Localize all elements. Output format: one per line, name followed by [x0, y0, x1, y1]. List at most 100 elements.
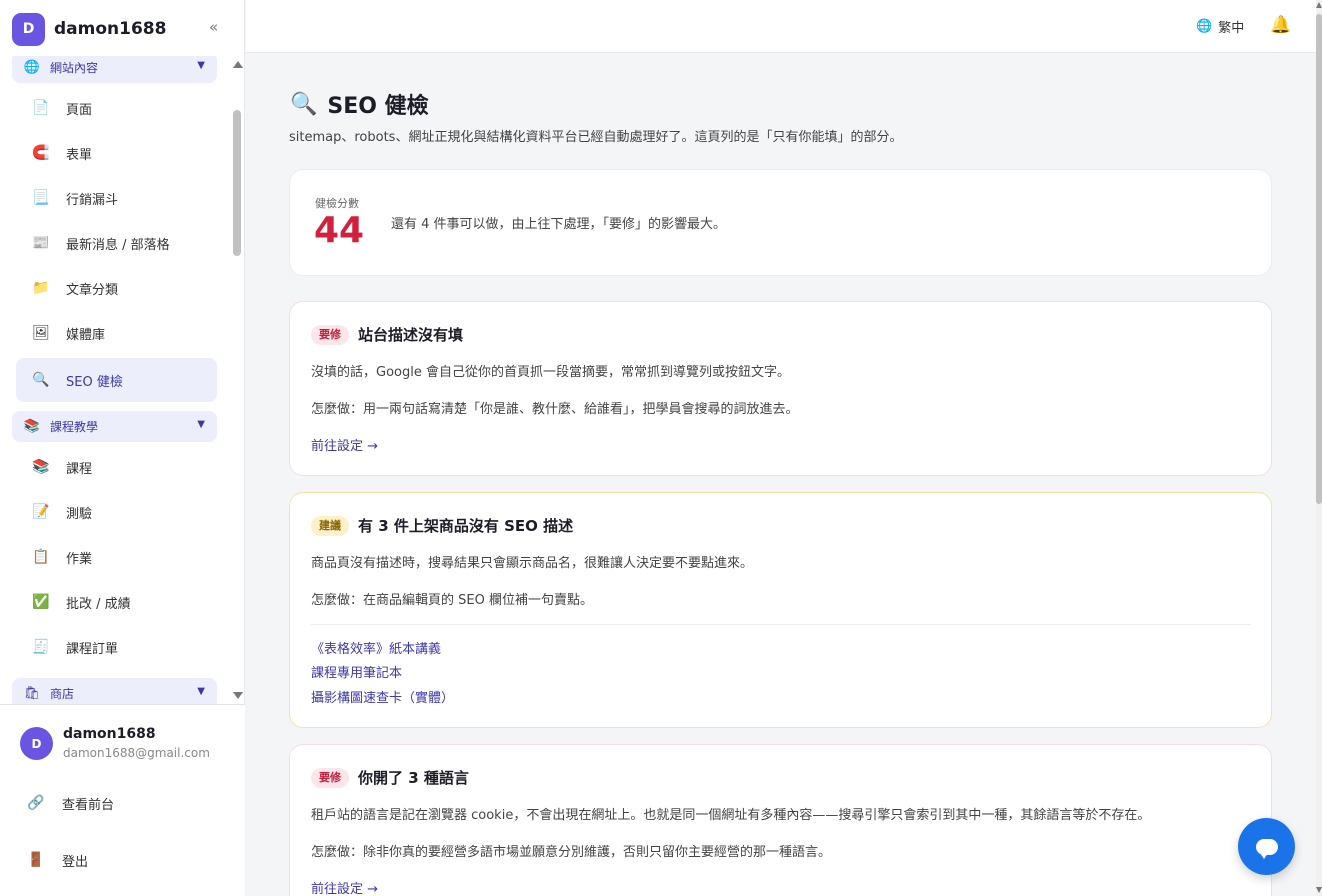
status-badge: 要修 [311, 324, 349, 345]
sidebar-item-label: 測驗 [66, 506, 93, 522]
sidebar-item-label: 最新消息 / 部落格 [66, 237, 170, 253]
sidebar-item-seo[interactable]: 🔍 SEO 健檢 [16, 358, 217, 402]
sidebar-item-label: 課程 [66, 461, 93, 477]
sidebar-scrollbar[interactable] [231, 56, 243, 704]
view-frontend-label: 查看前台 [62, 797, 115, 813]
sidebar-item-media[interactable]: 🖼 媒體庫 [16, 311, 217, 355]
sidebar-item-grading[interactable]: ✅ 批改 / 成績 [16, 580, 217, 624]
sidebar-item-quizzes[interactable]: 📝 測驗 [16, 490, 217, 534]
books-icon: 📚 [32, 459, 50, 475]
shopping-bag-icon: 🛍 [23, 686, 41, 701]
books-icon: 📚 [23, 419, 41, 434]
scroll-up-arrow-icon[interactable] [233, 61, 243, 68]
issue-title-text: 站台描述沒有填 [358, 326, 464, 344]
sidebar-item-label: 文章分類 [66, 282, 119, 298]
newspaper-icon: 📰 [32, 235, 50, 251]
magnet-icon: 🧲 [32, 145, 50, 161]
scroll-down-arrow-icon[interactable] [233, 692, 243, 699]
link-icon: 🔗 [27, 795, 45, 811]
sidebar-item-funnels[interactable]: 📃 行銷漏斗 [16, 176, 217, 220]
brand-name: damon1688 [54, 19, 167, 39]
sidebar-item-news[interactable]: 📰 最新消息 / 部落格 [16, 221, 217, 265]
page-description: sitemap、robots、網址正規化與結構化資料平台已經自動處理好了。這頁列… [289, 130, 903, 145]
user-email: damon1688@gmail.com [63, 746, 210, 760]
scrollbar-thumb[interactable] [1316, 14, 1322, 504]
clipboard-icon: 📋 [32, 549, 50, 565]
sidebar: D damon1688 « 🌐 網站內容 ▼ 📄 頁面 🧲 表單 📃 行銷漏斗 … [0, 0, 245, 896]
issue-title: 要修 你開了 3 種語言 [311, 767, 469, 788]
scroll-up-arrow-icon[interactable] [1316, 2, 1322, 8]
issue-problem: 租戶站的語言是記在瀏覽器 cookie，不會出現在網址上。也就是同一個網址有多種… [311, 808, 1151, 823]
collapse-sidebar-button[interactable]: « [209, 18, 218, 36]
issue-card: 建議 有 3 件上架商品沒有 SEO 描述 商品頁沒有描述時，搜尋結果只會顯示商… [289, 492, 1272, 728]
nav-group-courses[interactable]: 📚 課程教學 ▼ [12, 411, 217, 442]
product-link[interactable]: 《表格效率》紙本講義 [311, 638, 441, 657]
score-card: 健檢分數 44 還有 4 件事可以做，由上往下處理，「要修」的影響最大。 [289, 169, 1272, 276]
sidebar-item-label: 作業 [66, 551, 93, 567]
chat-bubble-icon [1255, 838, 1278, 859]
page-title: 🔍 SEO 健檢 [290, 88, 429, 120]
logout-label: 登出 [62, 854, 89, 870]
logout-link[interactable]: 🚪 登出 [26, 848, 88, 872]
issue-fix: 怎麼做：用一兩句話寫清楚「你是誰、教什麼、給誰看」，把學員會搜尋的詞放進去。 [311, 402, 799, 417]
issue-title: 建議 有 3 件上架商品沒有 SEO 描述 [311, 515, 573, 536]
folder-icon: 📁 [32, 280, 50, 296]
issue-title-text: 有 3 件上架商品沒有 SEO 描述 [358, 517, 574, 535]
picture-icon: 🖼 [32, 325, 50, 341]
chat-button[interactable] [1238, 818, 1295, 875]
chevron-down-icon: ▼ [197, 60, 205, 71]
sidebar-item-label: 頁面 [66, 102, 93, 118]
pencil-paper-icon: 📝 [32, 504, 50, 520]
issue-problem: 沒填的話，Google 會自己從你的首頁抓一段當摘要，常常抓到導覽列或按鈕文字。 [311, 365, 790, 380]
chevron-down-icon: ▼ [197, 419, 205, 430]
sidebar-item-label: 課程訂單 [66, 641, 119, 657]
status-badge: 建議 [311, 515, 349, 536]
go-to-settings-link[interactable]: 前往設定 → [311, 435, 378, 454]
nav-group-label: 網站內容 [50, 61, 99, 75]
sidebar-item-forms[interactable]: 🧲 表單 [16, 131, 217, 175]
scroll-down-arrow-icon[interactable] [1316, 887, 1322, 893]
nav-group-label: 課程教學 [50, 420, 99, 434]
product-link[interactable]: 課程專用筆記本 [311, 662, 402, 681]
page-icon: 📄 [32, 100, 50, 116]
page-title-text: SEO 健檢 [327, 94, 429, 119]
sidebar-item-assignments[interactable]: 📋 作業 [16, 535, 217, 579]
receipt-icon: 🧾 [32, 639, 50, 655]
sidebar-item-courses[interactable]: 📚 課程 [16, 445, 217, 489]
nav-group-site-content[interactable]: 🌐 網站內容 ▼ [12, 56, 217, 83]
door-icon: 🚪 [27, 852, 45, 868]
user-name: damon1688 [63, 726, 156, 742]
chevron-down-icon: ▼ [197, 686, 205, 697]
magnifier-icon: 🔍 [290, 91, 318, 117]
avatar[interactable]: D [20, 727, 53, 760]
sidebar-item-label: SEO 健檢 [66, 374, 123, 390]
issue-fix: 怎麼做：在商品編輯頁的 SEO 欄位補一句賣點。 [311, 593, 593, 608]
divider [311, 624, 1251, 625]
scrollbar-thumb[interactable] [233, 110, 241, 256]
go-to-settings-link[interactable]: 前往設定 → [311, 878, 378, 896]
issue-card: 要修 站台描述沒有填 沒填的話，Google 會自己從你的首頁抓一段當摘要，常常… [289, 301, 1272, 476]
topbar: 🌐 繁中 🔔 [246, 0, 1316, 53]
page-scrollbar[interactable] [1316, 0, 1322, 896]
language-switcher[interactable]: 🌐 繁中 [1196, 17, 1244, 36]
magnifier-icon: 🔍 [32, 372, 50, 388]
sidebar-item-categories[interactable]: 📁 文章分類 [16, 266, 217, 310]
brand-avatar: D [12, 12, 45, 46]
sidebar-item-course-orders[interactable]: 🧾 課程訂單 [16, 625, 217, 669]
nav-group-label: 商店 [50, 687, 75, 701]
nav-group-store[interactable]: 🛍 商店 ▼ [12, 678, 217, 704]
sidebar-item-label: 行銷漏斗 [66, 192, 119, 208]
issue-title: 要修 站台描述沒有填 [311, 324, 463, 345]
brand[interactable]: D damon1688 [12, 12, 166, 46]
issue-problem: 商品頁沒有描述時，搜尋結果只會顯示商品名，很難讓人決定要不要點進來。 [311, 556, 754, 571]
main-content: 🔍 SEO 健檢 sitemap、robots、網址正規化與結構化資料平台已經自… [246, 54, 1316, 896]
bell-icon[interactable]: 🔔 [1270, 15, 1291, 35]
sidebar-item-label: 表單 [66, 147, 93, 163]
sidebar-item-label: 批改 / 成績 [66, 596, 131, 612]
view-frontend-link[interactable]: 🔗 查看前台 [26, 791, 114, 815]
issue-card: 要修 你開了 3 種語言 租戶站的語言是記在瀏覽器 cookie，不會出現在網址… [289, 744, 1272, 896]
product-link[interactable]: 攝影構圖速查卡（實體） [311, 687, 454, 706]
score-label: 健檢分數 [315, 197, 359, 210]
sidebar-item-pages[interactable]: 📄 頁面 [16, 86, 217, 130]
issue-fix: 怎麼做：除非你真的要經營多語市場並願意分別維護，否則只留你主要經營的那一種語言。 [311, 845, 832, 860]
